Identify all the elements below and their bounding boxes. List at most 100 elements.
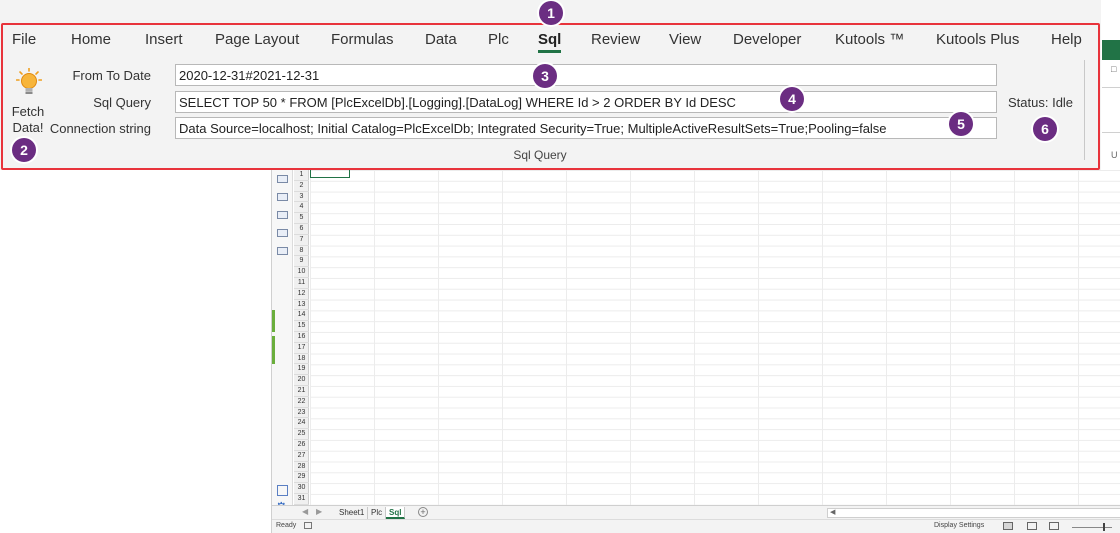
green-marker xyxy=(272,336,275,364)
tab-file[interactable]: File xyxy=(12,31,36,48)
binoculars-icon[interactable] xyxy=(277,247,288,255)
row-headers: 1 2 3 4 5 6 7 8 9 10 11 12 13 14 15 16 17 18 19 20 21 22 23 24 2… xyxy=(294,170,309,505)
row-header[interactable]: 23 xyxy=(294,408,309,419)
next-sheet-arrow[interactable]: ▶ xyxy=(316,507,322,516)
ribbon-tabs: File Home Insert Page Layout Formulas Da… xyxy=(0,24,1101,58)
row-header[interactable]: 22 xyxy=(294,397,309,408)
row-header[interactable]: 17 xyxy=(294,343,309,354)
external-link-icon[interactable] xyxy=(277,485,288,496)
selected-cell[interactable] xyxy=(310,170,350,178)
row-header[interactable]: 9 xyxy=(294,256,309,268)
edge-glyph-top: □ xyxy=(1111,64,1117,74)
tab-sql[interactable]: Sql xyxy=(538,31,562,53)
list-icon[interactable] xyxy=(277,193,288,201)
row-header[interactable]: 16 xyxy=(294,332,309,343)
normal-view-icon[interactable] xyxy=(1003,522,1013,530)
connection-string-label: Connection string xyxy=(49,121,151,136)
callout-6: 6 xyxy=(1033,117,1057,141)
display-settings-button[interactable]: Display Settings xyxy=(934,522,984,529)
row-header[interactable]: 14 xyxy=(294,310,309,322)
row-header[interactable]: 5 xyxy=(294,213,309,224)
row-header[interactable]: 15 xyxy=(294,321,309,332)
edge-green-block xyxy=(1102,40,1120,60)
connection-string-input[interactable] xyxy=(175,117,997,139)
row-header[interactable]: 8 xyxy=(294,246,309,257)
tab-plc[interactable]: Plc xyxy=(488,31,509,48)
page-break-view-icon[interactable] xyxy=(1049,522,1059,530)
row-header[interactable]: 31 xyxy=(294,494,309,505)
from-to-date-input[interactable] xyxy=(175,64,997,86)
edge-glyph-mid: U xyxy=(1111,150,1118,160)
scroll-left-arrow[interactable]: ◀ xyxy=(830,508,835,516)
printer-icon[interactable] xyxy=(277,211,288,219)
zoom-slider-thumb[interactable] xyxy=(1103,523,1105,531)
tab-data[interactable]: Data xyxy=(425,31,457,48)
row-header[interactable]: 24 xyxy=(294,418,309,430)
callout-2: 2 xyxy=(12,138,36,162)
callout-1: 1 xyxy=(539,1,563,25)
row-header[interactable]: 26 xyxy=(294,440,309,451)
row-header[interactable]: 13 xyxy=(294,300,309,311)
sheet-tab-sql[interactable]: Sql xyxy=(386,507,406,519)
row-header[interactable]: 2 xyxy=(294,181,309,192)
fetch-data-label: Fetch Data! xyxy=(6,104,50,136)
row-header[interactable]: 19 xyxy=(294,364,309,376)
row-header[interactable]: 4 xyxy=(294,202,309,214)
ready-status: Ready xyxy=(276,522,297,529)
row-header[interactable]: 12 xyxy=(294,289,309,300)
sheet-tab-plc[interactable]: Plc xyxy=(368,507,387,519)
macro-record-icon[interactable] xyxy=(304,522,312,529)
row-header[interactable]: 27 xyxy=(294,451,309,462)
callout-4: 4 xyxy=(780,87,804,111)
tab-review[interactable]: Review xyxy=(591,31,640,48)
table-icon[interactable] xyxy=(277,229,288,237)
row-header[interactable]: 28 xyxy=(294,462,309,473)
row-header[interactable]: 1 xyxy=(294,170,309,181)
add-sheet-button[interactable]: + xyxy=(418,507,428,517)
side-toolbar: ⚙ xyxy=(272,170,293,514)
sql-query-input[interactable] xyxy=(175,91,997,113)
fetch-label-line1: Fetch xyxy=(11,104,45,119)
row-header[interactable]: 3 xyxy=(294,192,309,203)
status-text: Status: Idle xyxy=(1008,95,1074,110)
sheet-tab-sheet1[interactable]: Sheet1 xyxy=(336,507,369,519)
tab-page-layout[interactable]: Page Layout xyxy=(215,31,299,48)
row-header[interactable]: 18 xyxy=(294,354,309,365)
green-marker xyxy=(272,310,275,332)
zoom-slider[interactable] xyxy=(1072,527,1112,528)
tab-formulas[interactable]: Formulas xyxy=(331,31,394,48)
status-bar: Ready Display Settings xyxy=(272,519,1120,533)
row-header[interactable]: 21 xyxy=(294,386,309,397)
fetch-label-line2: Data! xyxy=(12,120,44,135)
row-header[interactable]: 7 xyxy=(294,235,309,246)
tab-view[interactable]: View xyxy=(669,31,701,48)
edge-line xyxy=(1102,132,1120,133)
tab-developer[interactable]: Developer xyxy=(733,31,801,48)
row-header[interactable]: 6 xyxy=(294,224,309,235)
tab-kutools-plus[interactable]: Kutools Plus xyxy=(936,31,1019,48)
callout-3: 3 xyxy=(533,64,557,88)
lightbulb-icon xyxy=(16,68,42,94)
tab-kutools[interactable]: Kutools ™ xyxy=(835,31,904,48)
callout-5: 5 xyxy=(949,112,973,136)
from-to-date-label: From To Date xyxy=(72,68,151,83)
row-header[interactable]: 20 xyxy=(294,375,309,386)
horizontal-scrollbar[interactable]: ◀ xyxy=(827,508,1120,518)
row-header[interactable]: 30 xyxy=(294,483,309,494)
tab-insert[interactable]: Insert xyxy=(145,31,183,48)
sheet-tab-bar: ◀ ▶ Sheet1 Plc Sql + ◀ xyxy=(272,505,1120,519)
group-separator xyxy=(1084,60,1085,160)
tab-home[interactable]: Home xyxy=(71,31,111,48)
tab-help[interactable]: Help xyxy=(1051,31,1082,48)
prev-sheet-arrow[interactable]: ◀ xyxy=(302,507,308,516)
page-layout-view-icon[interactable] xyxy=(1027,522,1037,530)
row-header[interactable]: 11 xyxy=(294,278,309,289)
row-header[interactable]: 25 xyxy=(294,429,309,440)
window-icon[interactable] xyxy=(277,175,288,183)
row-header[interactable]: 29 xyxy=(294,472,309,484)
fetch-data-button[interactable]: Fetch Data! xyxy=(6,64,50,138)
sql-query-label: Sql Query xyxy=(93,95,151,110)
worksheet-area: ⚙ 12345678910111213141516171819202122232… xyxy=(271,170,1120,533)
row-header[interactable]: 10 xyxy=(294,267,309,278)
cell-grid[interactable] xyxy=(310,170,1120,505)
